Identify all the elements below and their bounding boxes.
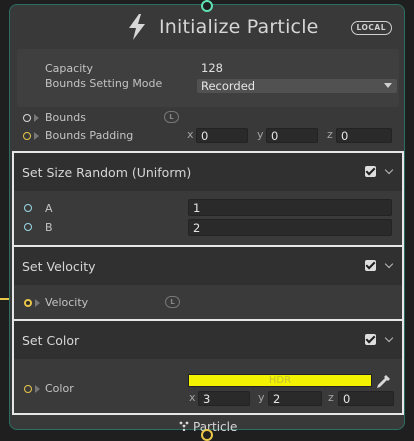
block-header[interactable]: Set Size Random (Uniform) [14,153,402,191]
padding-y-label: y [257,128,264,141]
set-color-block[interactable]: Set Color HDR Color x 3 y 2 z 0 [12,319,404,415]
set-size-random-block[interactable]: Set Size Random (Uniform) A 1 B 2 [12,151,404,247]
color-y-field[interactable]: 2 [268,391,322,406]
padding-x-field[interactable]: 0 [196,128,248,143]
particle-icon [179,421,189,431]
bounds-mode-dropdown[interactable]: Recorded [197,79,397,93]
bounds-padding-label: Bounds Padding [45,129,134,142]
flow-input-port-icon[interactable] [201,0,213,12]
bounds-expand-icon[interactable] [34,114,39,122]
settings-panel: Capacity 128 Bounds Setting Mode Recorde… [17,49,399,107]
bounds-padding-port-icon[interactable] [23,132,31,140]
color-z-field[interactable]: 0 [338,391,394,406]
color-swatch[interactable]: HDR [188,374,372,387]
chevron-down-icon[interactable] [384,333,394,343]
color-expand-icon[interactable] [35,385,40,393]
dropdown-arrow-icon [384,83,392,88]
bounds-label: Bounds [45,111,86,124]
color-z-label: z [328,391,334,404]
block-enabled-checkbox[interactable] [365,334,376,345]
param-a-label: A [45,202,53,215]
local-badge[interactable]: LOCAL [350,21,392,35]
color-param-area: HDR Color x 3 y 2 z 0 [14,359,402,413]
block-enabled-checkbox[interactable] [365,260,376,271]
padding-z-label: z [327,128,333,141]
color-y-label: y [258,391,265,404]
color-x-label: x [189,391,196,404]
velocity-port-icon[interactable] [24,299,32,307]
bounds-mode-label: Bounds Setting Mode [45,77,163,90]
footer-label: Particle [193,420,238,434]
color-port-icon[interactable] [24,385,32,393]
eyedropper-icon[interactable] [376,374,391,389]
block-title: Set Velocity [22,259,96,274]
param-b-label: B [45,221,53,234]
local-space-icon[interactable]: L [164,111,179,123]
initialize-particle-node[interactable]: Initialize Particle LOCAL Capacity 128 B… [9,4,405,434]
capacity-label: Capacity [45,62,94,75]
param-b-field[interactable]: 2 [188,219,392,236]
block-header[interactable]: Set Color [14,321,402,359]
node-title: Initialize Particle [159,16,319,38]
block-title: Set Color [22,333,80,348]
set-velocity-block[interactable]: Set Velocity Velocity L [12,245,404,321]
block-title: Set Size Random (Uniform) [22,165,192,180]
param-a-field[interactable]: 1 [188,199,392,216]
bounds-port-icon[interactable] [23,114,31,122]
a-port-icon[interactable] [24,204,32,212]
padding-y-field[interactable]: 0 [266,128,318,143]
bounds-padding-expand-icon[interactable] [34,132,39,140]
b-port-icon[interactable] [24,223,32,231]
chevron-down-icon[interactable] [384,259,394,269]
padding-x-label: x [187,128,194,141]
block-enabled-checkbox[interactable] [365,166,376,177]
color-x-field[interactable]: 3 [198,391,250,406]
padding-z-field[interactable]: 0 [336,128,392,143]
bounds-mode-value: Recorded [201,79,256,93]
velocity-label: Velocity [45,296,89,309]
velocity-expand-icon[interactable] [35,299,40,307]
local-space-icon[interactable]: L [165,296,180,308]
flow-output-port-icon[interactable] [201,429,213,441]
chevron-down-icon[interactable] [384,165,394,175]
block-header[interactable]: Set Velocity [14,247,402,285]
lightning-icon [129,14,145,40]
capacity-field[interactable]: 128 [201,61,223,75]
color-label: Color [45,382,74,395]
